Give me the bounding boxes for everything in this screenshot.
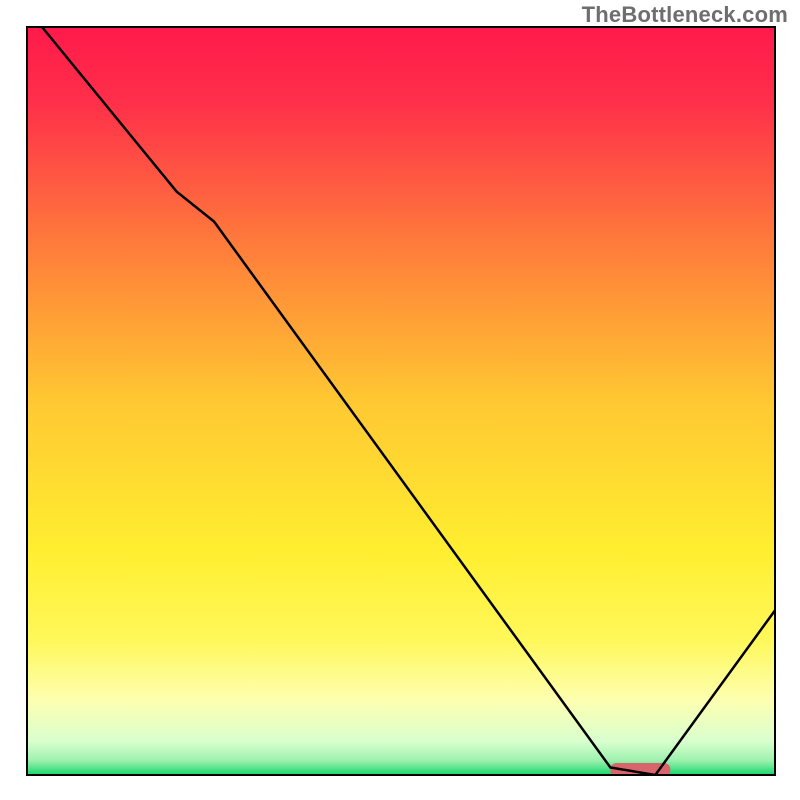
bottleneck-chart (0, 0, 800, 800)
watermark-text: TheBottleneck.com (582, 2, 788, 28)
chart-container: TheBottleneck.com (0, 0, 800, 800)
plot-area (27, 27, 775, 777)
gradient-background (27, 27, 775, 775)
